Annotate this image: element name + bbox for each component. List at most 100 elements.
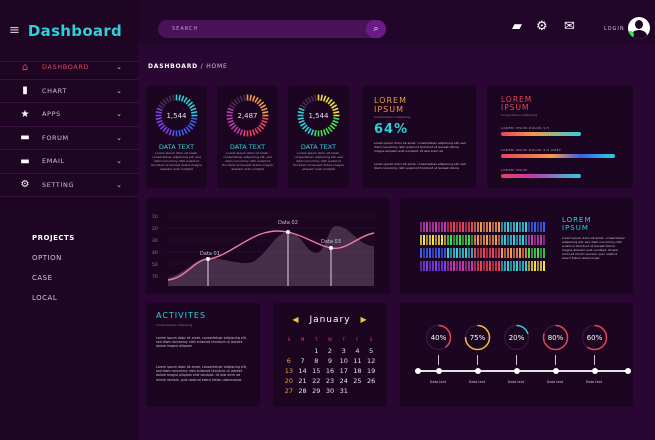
sidebar: ≡ Dashboard ⌂ DASHBOARD ⌄ ▮ CHART ⌄ ★ APPS ⌄ ▬ FOR… xyxy=(0,0,138,440)
next-month-icon[interactable]: ▶ xyxy=(360,315,367,324)
menu-icon[interactable]: ≡ xyxy=(9,23,20,38)
sidebar-item-label: APPS xyxy=(42,110,61,119)
calendar-day[interactable]: 22 xyxy=(309,377,323,386)
calendar-day[interactable]: 19 xyxy=(364,367,378,376)
breadcrumb-separator: / xyxy=(197,63,207,70)
calendar-day[interactable]: 14 xyxy=(296,367,310,376)
timeline-node[interactable] xyxy=(475,368,481,374)
calendar-day[interactable]: 4 xyxy=(351,347,365,356)
y-tick-label: 30 xyxy=(152,238,158,244)
chevron-down-icon[interactable]: ⌄ xyxy=(116,181,122,189)
calendar-day[interactable]: 27 xyxy=(282,387,296,396)
search-bar[interactable]: SEARCH ⌕ xyxy=(158,20,386,38)
calendar-day[interactable]: 28 xyxy=(296,387,310,396)
calendar-day[interactable]: 20 xyxy=(282,377,296,386)
timeline-node[interactable] xyxy=(592,368,598,374)
timeline-node[interactable] xyxy=(514,368,520,374)
calendar-day[interactable]: 29 xyxy=(309,387,323,396)
sidebar-item-label: EMAIL xyxy=(42,157,65,166)
sidebar-item-label: DASHBOARD xyxy=(42,63,90,72)
calendar-day[interactable]: 3 xyxy=(337,347,351,356)
mail-icon[interactable]: ✉ xyxy=(564,19,575,34)
project-link-option[interactable]: OPTION xyxy=(32,254,75,274)
calendar-day[interactable]: 12 xyxy=(364,357,378,366)
calendar-day[interactable]: 9 xyxy=(323,357,337,366)
calendar-day[interactable]: 1 xyxy=(309,347,323,356)
percent-card-text-2: Lorem ipsum dolor sit amet, consectetuer… xyxy=(374,162,466,170)
stat-title: DATA TEXT xyxy=(300,143,337,151)
calendar-day[interactable]: 26 xyxy=(364,377,378,386)
gears-icon: ⚙ xyxy=(20,179,30,191)
progress-label: LOREM IPSUM xyxy=(501,168,528,172)
timeline-node[interactable] xyxy=(553,368,559,374)
calendar-day[interactable]: 6 xyxy=(282,357,296,366)
sidebar-item-dashboard[interactable]: ⌂ DASHBOARD ⌄ xyxy=(0,56,138,80)
sidebar-item-chart[interactable]: ▮ CHART ⌄ xyxy=(0,80,138,103)
chat-notification-icon[interactable]: ▰ xyxy=(512,19,522,34)
calendar-day[interactable]: 2 xyxy=(323,347,337,356)
chat-icon: ▬ xyxy=(20,132,30,144)
avatar[interactable] xyxy=(628,17,650,39)
progress-label: LOREM IPSUM DOLOR SIT AMET xyxy=(501,148,562,152)
data-point[interactable] xyxy=(329,246,333,250)
activities-subtitle: Consectetuer adipiscing xyxy=(156,323,193,327)
calendar-month: January xyxy=(309,315,351,325)
chevron-down-icon[interactable]: ⌄ xyxy=(116,87,122,95)
stat-value: 1,544 xyxy=(166,111,187,120)
breadcrumb-page: HOME xyxy=(206,63,228,70)
chevron-down-icon[interactable]: ⌄ xyxy=(116,110,122,118)
area-series xyxy=(168,226,374,286)
data-point[interactable] xyxy=(286,230,290,234)
stat-title: DATA TEXT xyxy=(229,143,266,151)
chevron-down-icon[interactable]: ⌄ xyxy=(116,63,122,71)
heatmap-row xyxy=(420,248,546,258)
progress-ring: 60% xyxy=(580,323,609,352)
home-icon: ⌂ xyxy=(21,61,29,73)
data-point[interactable] xyxy=(206,257,210,261)
day-of-week-label: W xyxy=(328,337,332,342)
calendar-day[interactable]: 15 xyxy=(309,367,323,376)
calendar-day[interactable]: 10 xyxy=(337,357,351,366)
projects-heading: PROJECTS xyxy=(32,234,75,242)
stat-value: 2,487 xyxy=(237,111,258,120)
calendar-day[interactable]: 16 xyxy=(323,367,337,376)
sidebar-item-forum[interactable]: ▬ FORUM ⌄ xyxy=(0,127,138,150)
heatmap-title: LOREM IPSUM xyxy=(562,216,592,232)
calendar-day[interactable]: 21 xyxy=(296,377,310,386)
stat-card-1: 1,544 DATA TEXT Lorem ipsum dolor sit am… xyxy=(146,86,207,188)
sidebar-item-label: CHART xyxy=(42,86,67,95)
search-button[interactable]: ⌕ xyxy=(366,20,386,38)
calendar-day[interactable]: 23 xyxy=(323,377,337,386)
sidebar-item-apps[interactable]: ★ APPS ⌄ xyxy=(0,103,138,127)
percent-value: 64% xyxy=(374,122,409,137)
stat-title: DATA TEXT xyxy=(158,143,195,151)
breadcrumb-section[interactable]: DASHBOARD xyxy=(148,63,198,70)
sidebar-item-email[interactable]: ▬ EMAIL ⌄ xyxy=(0,150,138,174)
timeline-node[interactable] xyxy=(436,368,442,374)
calendar-day[interactable]: 31 xyxy=(337,387,351,396)
calendar-grid: S M T W T F S 1 2 3 4 5 6 7 8 9 10 11 12 13 14 15 16 17 18 19 20 21… xyxy=(282,337,378,396)
calendar-day[interactable]: 13 xyxy=(282,367,296,376)
calendar-day[interactable]: 11 xyxy=(351,357,365,366)
ring-value: 60% xyxy=(586,333,603,342)
calendar-day[interactable]: 17 xyxy=(337,367,351,376)
prev-month-icon[interactable]: ◀ xyxy=(292,315,299,324)
settings-icon[interactable]: ⚙ xyxy=(536,19,548,34)
calendar-day[interactable]: 30 xyxy=(323,387,337,396)
login-link[interactable]: LOGIN xyxy=(604,26,625,32)
chevron-down-icon[interactable]: ⌄ xyxy=(116,157,122,165)
calendar-day[interactable]: 25 xyxy=(351,377,365,386)
calendar-day[interactable]: 5 xyxy=(364,347,378,356)
project-link-local[interactable]: LOCAL xyxy=(32,294,75,314)
calendar-day[interactable]: 18 xyxy=(351,367,365,376)
sidebar-item-setting[interactable]: ⚙ SETTING ⌄ xyxy=(0,174,138,197)
timeline-label: Data text xyxy=(429,380,447,384)
calendar-day[interactable]: 8 xyxy=(309,357,323,366)
day-of-week-label: S xyxy=(287,337,291,342)
project-link-case[interactable]: CASE xyxy=(32,274,75,294)
calendar-day[interactable]: 24 xyxy=(337,377,351,386)
calendar-day[interactable]: 7 xyxy=(296,357,310,366)
annotation-label: Data 01 xyxy=(200,251,220,257)
search-input[interactable]: SEARCH xyxy=(172,26,366,32)
chevron-down-icon[interactable]: ⌄ xyxy=(116,134,122,142)
